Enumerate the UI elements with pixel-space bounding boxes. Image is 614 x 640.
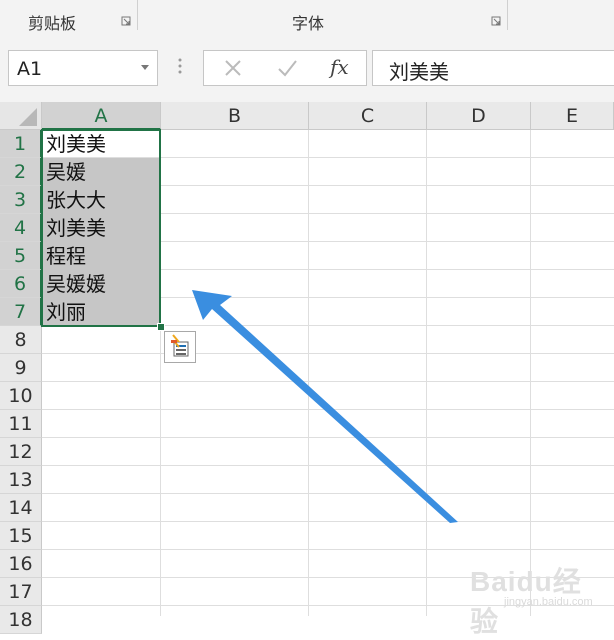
row-header[interactable]: 15 bbox=[0, 522, 42, 550]
formula-input[interactable]: 刘美美 bbox=[372, 50, 614, 86]
name-box[interactable]: A1 bbox=[8, 50, 158, 86]
select-all-corner[interactable] bbox=[0, 102, 42, 130]
name-box-value: A1 bbox=[17, 58, 43, 80]
ribbon-separator bbox=[507, 0, 508, 30]
check-icon[interactable] bbox=[276, 57, 298, 79]
column-header-c[interactable]: C bbox=[309, 102, 427, 130]
cell-a7[interactable]: 刘丽 bbox=[42, 298, 160, 326]
column-header-e[interactable]: E bbox=[531, 102, 614, 130]
ribbon-group-labels: 剪贴板 字体 bbox=[0, 0, 614, 37]
row-header[interactable]: 2 bbox=[0, 158, 42, 186]
column-header-b[interactable]: B bbox=[161, 102, 309, 130]
row-header[interactable]: 1 bbox=[0, 130, 42, 158]
baidu-watermark: Baidu经验 jingyan.baidu.com bbox=[470, 560, 610, 637]
cell-a1[interactable]: 刘美美 bbox=[42, 130, 160, 158]
fill-handle[interactable] bbox=[157, 323, 165, 331]
quick-analysis-icon bbox=[171, 334, 189, 357]
dialog-launcher-icon[interactable] bbox=[121, 16, 131, 26]
row-header[interactable]: 8 bbox=[0, 326, 42, 354]
font-group-label: 字体 bbox=[292, 14, 325, 33]
row-header[interactable]: 17 bbox=[0, 578, 42, 606]
row-header[interactable]: 6 bbox=[0, 270, 42, 298]
chevron-down-icon[interactable] bbox=[141, 65, 149, 71]
cell-a2[interactable]: 吴媛 bbox=[42, 158, 160, 186]
row-header[interactable]: 16 bbox=[0, 550, 42, 578]
row-header[interactable]: 10 bbox=[0, 382, 42, 410]
row-header[interactable]: 7 bbox=[0, 298, 42, 326]
insert-function-button[interactable]: fx bbox=[330, 55, 349, 79]
formula-buttons: fx bbox=[203, 50, 367, 86]
select-all-icon bbox=[19, 108, 37, 126]
formula-input-value: 刘美美 bbox=[389, 60, 449, 84]
dialog-launcher-icon[interactable] bbox=[491, 16, 501, 26]
more-options-icon[interactable] bbox=[178, 58, 182, 74]
formula-bar: A1 fx 刘美美 bbox=[0, 36, 614, 103]
row-header[interactable]: 9 bbox=[0, 354, 42, 382]
cell-a4[interactable]: 刘美美 bbox=[42, 214, 160, 242]
clipboard-group-label: 剪贴板 bbox=[28, 14, 77, 33]
row-header[interactable]: 3 bbox=[0, 186, 42, 214]
column-header-a[interactable]: A bbox=[42, 102, 161, 130]
close-icon[interactable] bbox=[222, 57, 244, 79]
cell-a5[interactable]: 程程 bbox=[42, 242, 160, 270]
row-header[interactable]: 14 bbox=[0, 494, 42, 522]
cell-a3[interactable]: 张大大 bbox=[42, 186, 160, 214]
row-header[interactable]: 11 bbox=[0, 410, 42, 438]
quick-analysis-button[interactable] bbox=[164, 331, 196, 363]
row-header[interactable]: 4 bbox=[0, 214, 42, 242]
column-header-d[interactable]: D bbox=[427, 102, 531, 130]
watermark-subtext: jingyan.baidu.com bbox=[504, 596, 593, 608]
row-header[interactable]: 18 bbox=[0, 606, 42, 634]
cell-a6[interactable]: 吴媛媛 bbox=[42, 270, 160, 298]
row-header[interactable]: 13 bbox=[0, 466, 42, 494]
ribbon-separator bbox=[137, 0, 138, 30]
row-header[interactable]: 12 bbox=[0, 438, 42, 466]
row-header[interactable]: 5 bbox=[0, 242, 42, 270]
